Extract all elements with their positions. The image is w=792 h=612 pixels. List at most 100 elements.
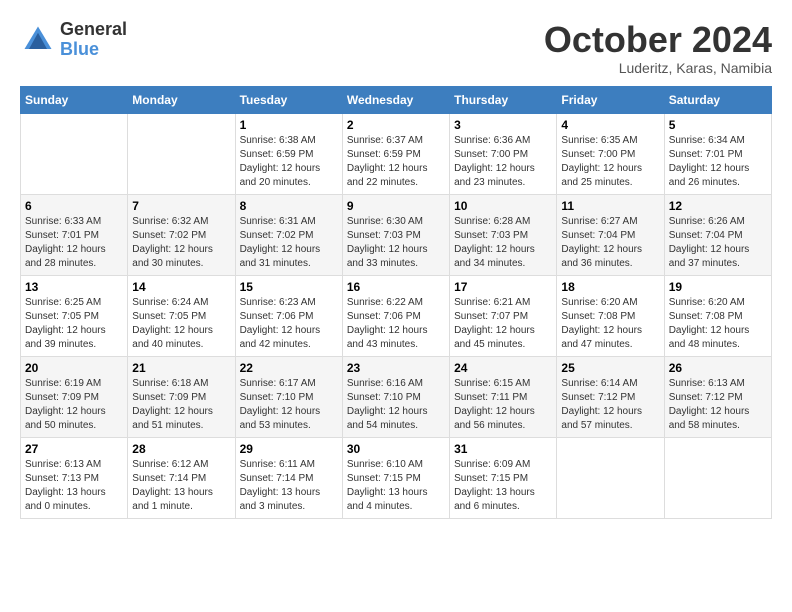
day-info: Sunrise: 6:22 AMSunset: 7:06 PMDaylight:… xyxy=(347,296,445,352)
day-number: 16 xyxy=(347,280,445,294)
day-number: 29 xyxy=(240,442,338,456)
day-number: 20 xyxy=(25,361,123,375)
calendar-header-saturday: Saturday xyxy=(664,86,771,113)
calendar-cell: 3 Sunrise: 6:36 AMSunset: 7:00 PMDaylight… xyxy=(450,113,557,194)
day-info: Sunrise: 6:15 AMSunset: 7:11 PMDaylight:… xyxy=(454,377,552,433)
day-info: Sunrise: 6:20 AMSunset: 7:08 PMDaylight:… xyxy=(669,296,767,352)
calendar-cell: 24 Sunrise: 6:15 AMSunset: 7:11 PMDayligh… xyxy=(450,356,557,437)
logo-text: General Blue xyxy=(60,20,127,60)
logo: General Blue xyxy=(20,20,127,60)
day-number: 2 xyxy=(347,118,445,132)
day-number: 1 xyxy=(240,118,338,132)
day-info: Sunrise: 6:35 AMSunset: 7:00 PMDaylight:… xyxy=(561,134,659,190)
page-header: General Blue October 2024 Luderitz, Kara… xyxy=(20,20,772,76)
day-number: 5 xyxy=(669,118,767,132)
calendar-cell: 31 Sunrise: 6:09 AMSunset: 7:15 PMDayligh… xyxy=(450,437,557,518)
location: Luderitz, Karas, Namibia xyxy=(544,60,772,76)
calendar-cell: 15 Sunrise: 6:23 AMSunset: 7:06 PMDayligh… xyxy=(235,275,342,356)
calendar-cell: 25Sunrise: 6:14 AMSunset: 7:12 PMDayligh… xyxy=(557,356,664,437)
day-info: Sunrise: 6:18 AMSunset: 7:09 PMDaylight:… xyxy=(132,377,230,433)
calendar-cell: 30 Sunrise: 6:10 AMSunset: 7:15 PMDayligh… xyxy=(342,437,449,518)
calendar-cell: 17Sunrise: 6:21 AMSunset: 7:07 PMDayligh… xyxy=(450,275,557,356)
calendar-cell: 14Sunrise: 6:24 AMSunset: 7:05 PMDayligh… xyxy=(128,275,235,356)
calendar-cell xyxy=(557,437,664,518)
calendar-cell: 16 Sunrise: 6:22 AMSunset: 7:06 PMDayligh… xyxy=(342,275,449,356)
calendar-cell: 11 Sunrise: 6:27 AMSunset: 7:04 PMDayligh… xyxy=(557,194,664,275)
day-number: 10 xyxy=(454,199,552,213)
day-info: Sunrise: 6:11 AMSunset: 7:14 PMDaylight:… xyxy=(240,458,338,514)
day-info: Sunrise: 6:24 AMSunset: 7:05 PMDaylight:… xyxy=(132,296,230,352)
calendar-cell: 12 Sunrise: 6:26 AMSunset: 7:04 PMDayligh… xyxy=(664,194,771,275)
day-info: Sunrise: 6:38 AMSunset: 6:59 PMDaylight:… xyxy=(240,134,338,190)
calendar-header-tuesday: Tuesday xyxy=(235,86,342,113)
day-number: 8 xyxy=(240,199,338,213)
calendar-week-3: 13 Sunrise: 6:25 AMSunset: 7:05 PMDayligh… xyxy=(21,275,772,356)
calendar-cell: 2 Sunrise: 6:37 AMSunset: 6:59 PMDaylight… xyxy=(342,113,449,194)
day-info: Sunrise: 6:32 AMSunset: 7:02 PMDaylight:… xyxy=(132,215,230,271)
day-number: 17 xyxy=(454,280,552,294)
calendar-week-2: 6Sunrise: 6:33 AMSunset: 7:01 PMDaylight… xyxy=(21,194,772,275)
day-number: 9 xyxy=(347,199,445,213)
day-number: 21 xyxy=(132,361,230,375)
calendar-cell xyxy=(128,113,235,194)
day-number: 31 xyxy=(454,442,552,456)
day-number: 13 xyxy=(25,280,123,294)
calendar-cell: 6Sunrise: 6:33 AMSunset: 7:01 PMDaylight… xyxy=(21,194,128,275)
calendar-cell: 5 Sunrise: 6:34 AMSunset: 7:01 PMDaylight… xyxy=(664,113,771,194)
calendar-header-row: SundayMondayTuesdayWednesdayThursdayFrid… xyxy=(21,86,772,113)
day-number: 19 xyxy=(669,280,767,294)
day-info: Sunrise: 6:36 AMSunset: 7:00 PMDaylight:… xyxy=(454,134,552,190)
calendar-week-1: 1 Sunrise: 6:38 AMSunset: 6:59 PMDaylight… xyxy=(21,113,772,194)
calendar-header-wednesday: Wednesday xyxy=(342,86,449,113)
day-number: 4 xyxy=(561,118,659,132)
calendar-cell: 8 Sunrise: 6:31 AMSunset: 7:02 PMDaylight… xyxy=(235,194,342,275)
day-info: Sunrise: 6:28 AMSunset: 7:03 PMDaylight:… xyxy=(454,215,552,271)
calendar-cell: 21 Sunrise: 6:18 AMSunset: 7:09 PMDayligh… xyxy=(128,356,235,437)
day-info: Sunrise: 6:14 AMSunset: 7:12 PMDaylight:… xyxy=(561,377,659,433)
calendar-header-sunday: Sunday xyxy=(21,86,128,113)
day-info: Sunrise: 6:37 AMSunset: 6:59 PMDaylight:… xyxy=(347,134,445,190)
logo-icon xyxy=(20,22,56,58)
day-number: 12 xyxy=(669,199,767,213)
day-info: Sunrise: 6:17 AMSunset: 7:10 PMDaylight:… xyxy=(240,377,338,433)
day-number: 15 xyxy=(240,280,338,294)
calendar-cell: 4 Sunrise: 6:35 AMSunset: 7:00 PMDaylight… xyxy=(557,113,664,194)
calendar-cell: 19 Sunrise: 6:20 AMSunset: 7:08 PMDayligh… xyxy=(664,275,771,356)
calendar-cell: 9 Sunrise: 6:30 AMSunset: 7:03 PMDaylight… xyxy=(342,194,449,275)
calendar-header-thursday: Thursday xyxy=(450,86,557,113)
calendar-cell: 1 Sunrise: 6:38 AMSunset: 6:59 PMDaylight… xyxy=(235,113,342,194)
day-info: Sunrise: 6:27 AMSunset: 7:04 PMDaylight:… xyxy=(561,215,659,271)
calendar-header-monday: Monday xyxy=(128,86,235,113)
day-info: Sunrise: 6:23 AMSunset: 7:06 PMDaylight:… xyxy=(240,296,338,352)
calendar-cell: 27Sunrise: 6:13 AMSunset: 7:13 PMDayligh… xyxy=(21,437,128,518)
day-info: Sunrise: 6:34 AMSunset: 7:01 PMDaylight:… xyxy=(669,134,767,190)
calendar-cell: 26Sunrise: 6:13 AMSunset: 7:12 PMDayligh… xyxy=(664,356,771,437)
day-number: 23 xyxy=(347,361,445,375)
day-number: 24 xyxy=(454,361,552,375)
day-info: Sunrise: 6:19 AMSunset: 7:09 PMDaylight:… xyxy=(25,377,123,433)
month-title: October 2024 xyxy=(544,20,772,60)
day-info: Sunrise: 6:25 AMSunset: 7:05 PMDaylight:… xyxy=(25,296,123,352)
day-number: 11 xyxy=(561,199,659,213)
calendar-cell xyxy=(21,113,128,194)
day-info: Sunrise: 6:33 AMSunset: 7:01 PMDaylight:… xyxy=(25,215,123,271)
calendar-cell: 18Sunrise: 6:20 AMSunset: 7:08 PMDayligh… xyxy=(557,275,664,356)
calendar-cell: 23 Sunrise: 6:16 AMSunset: 7:10 PMDayligh… xyxy=(342,356,449,437)
day-info: Sunrise: 6:31 AMSunset: 7:02 PMDaylight:… xyxy=(240,215,338,271)
calendar-cell: 13 Sunrise: 6:25 AMSunset: 7:05 PMDayligh… xyxy=(21,275,128,356)
day-info: Sunrise: 6:09 AMSunset: 7:15 PMDaylight:… xyxy=(454,458,552,514)
day-info: Sunrise: 6:16 AMSunset: 7:10 PMDaylight:… xyxy=(347,377,445,433)
day-number: 3 xyxy=(454,118,552,132)
calendar-week-5: 27Sunrise: 6:13 AMSunset: 7:13 PMDayligh… xyxy=(21,437,772,518)
day-number: 28 xyxy=(132,442,230,456)
day-number: 30 xyxy=(347,442,445,456)
calendar-cell: 22Sunrise: 6:17 AMSunset: 7:10 PMDayligh… xyxy=(235,356,342,437)
day-info: Sunrise: 6:13 AMSunset: 7:13 PMDaylight:… xyxy=(25,458,123,514)
calendar-cell: 29 Sunrise: 6:11 AMSunset: 7:14 PMDayligh… xyxy=(235,437,342,518)
day-info: Sunrise: 6:20 AMSunset: 7:08 PMDaylight:… xyxy=(561,296,659,352)
day-info: Sunrise: 6:26 AMSunset: 7:04 PMDaylight:… xyxy=(669,215,767,271)
day-info: Sunrise: 6:30 AMSunset: 7:03 PMDaylight:… xyxy=(347,215,445,271)
title-block: October 2024 Luderitz, Karas, Namibia xyxy=(544,20,772,76)
day-info: Sunrise: 6:10 AMSunset: 7:15 PMDaylight:… xyxy=(347,458,445,514)
day-number: 7 xyxy=(132,199,230,213)
